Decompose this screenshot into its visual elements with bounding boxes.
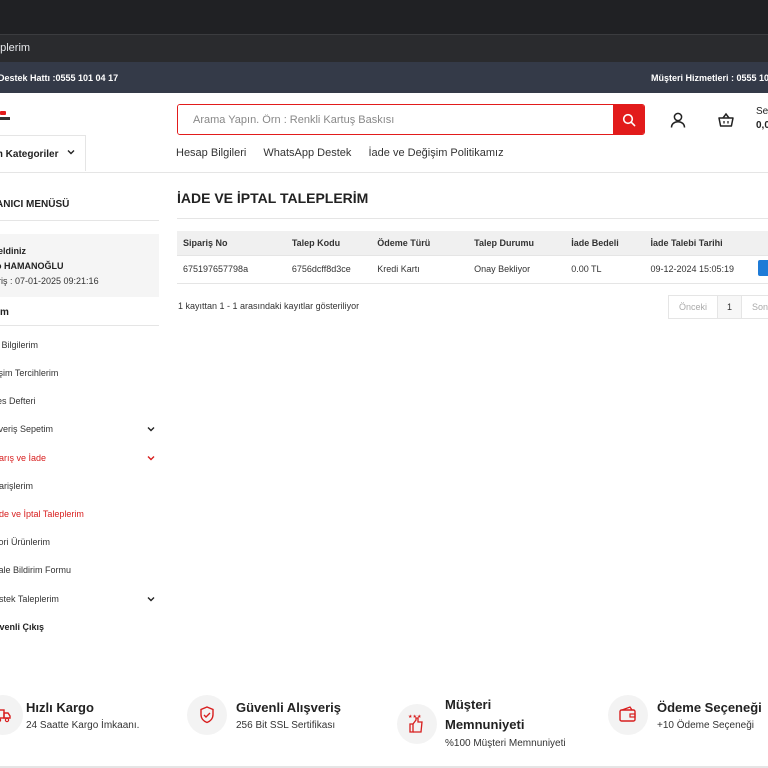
feature-title: Ödeme Seçeneği [657,700,762,715]
column-header[interactable]: İade Talebi Tarihi [644,231,754,255]
basket-icon [718,112,734,127]
search-bar [177,104,645,135]
sidebar-item-shopping-cart[interactable]: şveriş Sepetim [0,424,53,434]
column-header [753,231,768,255]
column-header[interactable]: Talep Durumu [468,231,566,255]
divider [0,220,159,221]
table-cell [753,254,768,284]
table-cell: Kredi Kartı [371,254,469,284]
welcome-text: eldiniz [0,246,27,256]
search-input[interactable] [178,105,615,134]
chevron-down-icon[interactable] [146,453,156,463]
requests-table: Sipariş No Talep Kodu Ödeme Türü Talep D… [177,231,768,284]
cart-button[interactable] [715,109,737,131]
sidebar-item-address-book[interactable]: res Defteri [0,396,36,406]
shield-icon [187,695,227,735]
table-cell: 09-12-2024 15:05:19 [644,254,754,284]
all-categories-button[interactable]: m Kategoriler [0,135,86,171]
browser-tab[interactable]: eplerim [0,34,768,62]
account-button[interactable] [667,109,689,131]
feature-subtitle: 24 Saatte Kargo İmkaanı. [26,720,140,731]
feature-subtitle: %100 Müşteri Memnuniyeti [445,738,566,749]
nav-whatsapp-support[interactable]: WhatsApp Destek [263,147,351,159]
table-cell: 0.00 TL [565,254,645,284]
sidebar-item-favorite-products[interactable]: vori Ürünlerim [0,537,50,547]
last-login: iriş : 07-01-2025 09:21:16 [0,276,99,286]
sidebar-title: ANICI MENÜSÜ [0,199,70,210]
site-header: Se 0,0 m Kategoriler Hesap Bilgileri Wha… [0,93,768,173]
cart-summary[interactable]: Se 0,0 [756,105,768,133]
top-info-bar: p Destek Hattı :0555 101 04 17 Müşteri H… [0,62,768,93]
divider [177,218,768,219]
pagination: Önceki 1 Sonr [668,295,768,319]
categories-label: m Kategoriler [0,149,59,160]
wallet-icon [608,695,648,735]
table-header-row: Sipariş No Talep Kodu Ödeme Türü Talep D… [177,231,768,255]
svg-text:★★★: ★★★ [408,714,422,720]
column-header[interactable]: Sipariş No [177,231,286,255]
feature-subtitle: 256 Bit SSL Sertifikası [236,720,336,731]
column-header[interactable]: Talep Kodu [285,231,372,255]
sidebar-item-my-orders[interactable]: parişlerim [0,481,33,491]
table-info: 1 kayıttan 1 - 1 arasındaki kayıtlar gös… [178,301,360,311]
table-row: 675197657798a 6756dcff8d3ce Kredi Kartı … [177,254,768,284]
detail-button[interactable] [757,260,768,276]
column-header[interactable]: İade Bedeli [565,231,645,255]
cart-total: 0,0 [756,120,768,131]
browser-tab-title: eplerim [0,42,31,54]
features-strip: Hızlı Kargo 24 Saatte Kargo İmkaanı. Güv… [0,688,768,768]
sidebar-item-orders-returns[interactable]: parış ve İade [0,453,46,463]
sidebar-section-heading: m [0,307,9,318]
nav-account-info[interactable]: Hesap Bilgileri [176,147,246,159]
customer-service-text: Müşteri Hizmetleri : 0555 101 [651,73,768,83]
divider [0,325,159,326]
user-name: o HAMANOĞLU [0,261,64,271]
pagination-prev[interactable]: Önceki [669,296,719,318]
cart-label: Se [756,106,768,117]
chevron-down-icon[interactable] [146,594,156,604]
pagination-page[interactable]: 1 [718,296,743,318]
chevron-down-icon [67,150,75,155]
site-logo[interactable] [0,111,12,123]
table-cell: 675197657798a [177,254,286,284]
search-icon [622,113,635,126]
page-title: İADE VE İPTAL TALEPLERİM [177,190,369,206]
feature-title: Memnuniyeti [445,717,525,732]
sidebar-item-support-requests[interactable]: estek Taleplerim [0,594,59,604]
truck-icon [0,695,23,735]
sidebar-item-return-cancel-requests[interactable]: ade ve İptal Taleplerim [0,509,84,519]
pagination-next[interactable]: Sonr [742,296,768,318]
sidebar-item-member-info[interactable]: e Bilgilerim [0,340,38,350]
thumbs-up-stars-icon: ★★★ [397,704,437,744]
search-button[interactable] [613,105,644,134]
feature-title: Hızlı Kargo [26,700,94,715]
sidebar-item-transfer-notification-form[interactable]: vale Bildirim Formu [0,565,71,575]
user-info-box: eldiniz o HAMANOĞLU iriş : 07-01-2025 09… [0,234,159,297]
column-header[interactable]: Ödeme Türü [371,231,469,255]
user-icon [670,112,686,128]
chevron-down-icon[interactable] [146,424,156,434]
support-line-text: p Destek Hattı :0555 101 04 17 [0,73,119,83]
feature-title: Müşteri [445,697,492,712]
table-cell: Onay Bekliyor [468,254,566,284]
feature-title: Güvenli Alışveriş [236,700,342,715]
sidebar-item-logout[interactable]: üvenli Çıkış [0,622,44,632]
nav-return-policy[interactable]: İade ve Değişim Politikamız [368,147,503,159]
table-cell: 6756dcff8d3ce [285,254,372,284]
header-nav: Hesap Bilgileri WhatsApp Destek İade ve … [176,147,518,159]
sidebar-item-communication-preferences[interactable]: tişim Tercihlerim [0,368,58,378]
feature-subtitle: +10 Ödeme Seçeneği [657,720,755,731]
browser-chrome [0,0,768,34]
